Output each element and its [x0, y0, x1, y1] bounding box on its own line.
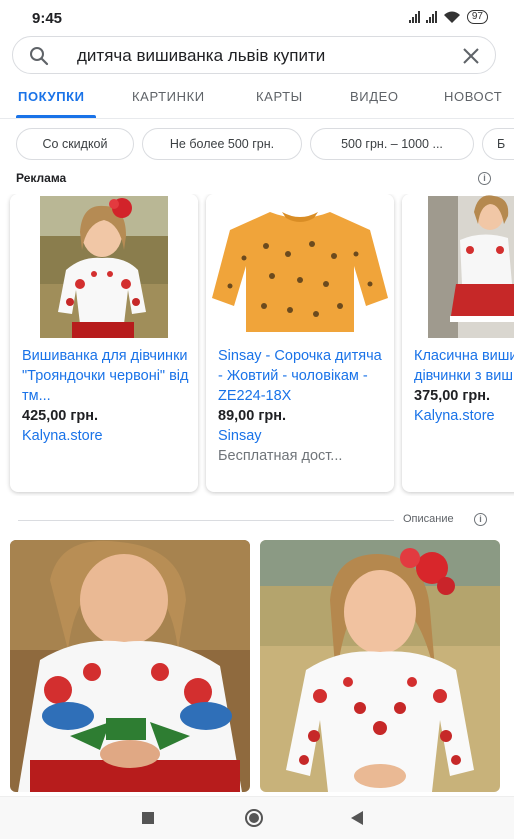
description-label[interactable]: Описание [403, 513, 454, 525]
status-icons: 97 [408, 10, 488, 24]
product-card[interactable]: Sinsay - Сорочка дитяча - Жовтий - чолов… [206, 194, 394, 492]
chip-under-500[interactable]: Не более 500 грн. [142, 128, 302, 160]
system-navigation-bar [0, 796, 514, 839]
product-price: 375,00 грн. [414, 388, 491, 404]
tab-news[interactable]: НОВОСТ [444, 89, 502, 104]
chip-500-1000[interactable]: 500 грн. – 1000 ... [310, 128, 474, 160]
product-image[interactable] [206, 194, 394, 340]
close-icon[interactable] [461, 46, 481, 66]
product-price: 89,00 грн. [218, 408, 286, 424]
image-result[interactable] [260, 540, 500, 792]
search-query[interactable]: дитяча вишиванка львів купити [77, 46, 325, 66]
tab-shopping[interactable]: ПОКУПКИ [18, 89, 85, 104]
section-divider [18, 520, 394, 521]
product-carousel: Вишиванка для дівчинки "Трояндочки черво… [0, 194, 514, 496]
image-result[interactable] [10, 540, 250, 792]
square-nav-icon[interactable] [141, 811, 155, 825]
ads-label: Реклама [16, 171, 67, 185]
product-store[interactable]: Kalyna.store [414, 408, 495, 424]
product-image[interactable] [10, 194, 198, 340]
product-title[interactable]: Класична вишиванка дівчинки з вишивкою..… [414, 346, 514, 386]
product-store[interactable]: Kalyna.store [22, 428, 103, 444]
info-icon[interactable]: i [478, 172, 491, 185]
battery-indicator: 97 [466, 10, 488, 24]
product-title[interactable]: Sinsay - Сорочка дитяча - Жовтий - чолов… [218, 346, 388, 406]
status-bar: 9:45 97 [0, 0, 514, 36]
product-price: 425,00 грн. [22, 408, 99, 424]
product-card[interactable]: Вишиванка для дівчинки "Трояндочки черво… [10, 194, 198, 492]
back-triangle-nav-icon[interactable] [350, 810, 364, 826]
status-time: 9:45 [32, 10, 63, 27]
signal-icon-2 [425, 11, 437, 23]
search-icon[interactable] [29, 46, 49, 66]
tab-video[interactable]: ВИДЕО [350, 89, 399, 104]
product-title[interactable]: Вишиванка для дівчинки "Трояндочки черво… [22, 346, 192, 406]
chip-more[interactable]: Б [482, 128, 514, 160]
chip-discount[interactable]: Со скидкой [16, 128, 134, 160]
wifi-icon [443, 11, 460, 23]
filter-chips: Со скидкой Не более 500 грн. 500 грн. – … [0, 126, 514, 166]
tab-maps[interactable]: КАРТЫ [256, 89, 303, 104]
active-tab-indicator [16, 115, 96, 118]
tab-images[interactable]: КАРТИНКИ [132, 89, 205, 104]
product-store[interactable]: Sinsay [218, 428, 262, 444]
shipping-info: Бесплатная дост... [218, 448, 343, 464]
description-info-icon[interactable]: i [474, 513, 487, 526]
product-card[interactable]: Класична вишиванка дівчинки з вишивкою..… [402, 194, 514, 492]
signal-icon [408, 11, 420, 23]
product-image[interactable] [402, 194, 514, 340]
search-tabs: ПОКУПКИ КАРТИНКИ КАРТЫ ВИДЕО НОВОСТ [0, 78, 514, 119]
search-input[interactable]: дитяча вишиванка львів купити [12, 36, 496, 74]
home-circle-nav-icon[interactable] [244, 808, 264, 828]
